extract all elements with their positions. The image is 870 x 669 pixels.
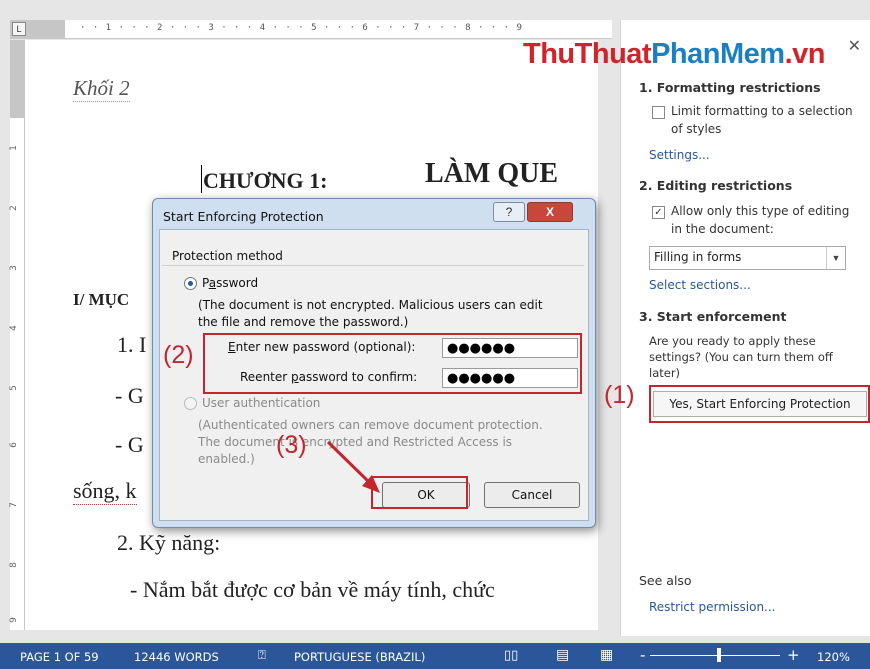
zoom-in-button[interactable]: + bbox=[787, 646, 800, 664]
doc-heading-khoi: Khối 2 bbox=[73, 76, 130, 102]
ruler-margin bbox=[10, 40, 24, 118]
doc-line: sống, k bbox=[73, 478, 137, 505]
password-note: (The document is not encrypted. Maliciou… bbox=[198, 298, 543, 312]
enforcement-heading: 3. Start enforcement bbox=[639, 309, 787, 324]
editing-checkbox[interactable]: ✓ bbox=[652, 206, 665, 219]
ruler-number: 2 bbox=[8, 205, 19, 211]
restrict-editing-pane: ✕ 1. Formatting restrictions Limit forma… bbox=[620, 20, 870, 636]
ruler-number: 8 bbox=[8, 562, 19, 568]
vertical-ruler[interactable]: 1 2 3 4 5 6 7 8 9 bbox=[8, 40, 25, 630]
user-auth-radio[interactable] bbox=[184, 397, 197, 410]
formatting-check-label: Limit formatting to a selection bbox=[671, 104, 853, 118]
ruler-number: 5 bbox=[8, 385, 19, 391]
doc-line: - G bbox=[115, 432, 144, 457]
watermark-part: .vn bbox=[784, 38, 826, 70]
annotation-box-password-fields bbox=[203, 333, 582, 394]
see-also-heading: See also bbox=[639, 573, 692, 588]
ruler-number: 9 bbox=[8, 617, 19, 623]
user-auth-label: User authentication bbox=[202, 396, 321, 410]
user-auth-note-3: enabled.) bbox=[198, 452, 255, 466]
text-cursor bbox=[201, 165, 202, 193]
doc-section-heading: I/ MỤC bbox=[73, 290, 130, 309]
watermark-part: PhanMem bbox=[651, 38, 785, 70]
doc-chapter-title: LÀM QUE bbox=[425, 158, 558, 189]
close-icon[interactable]: X bbox=[527, 202, 573, 222]
page-count[interactable]: PAGE 1 OF 59 bbox=[20, 650, 99, 664]
password-option-label: Password bbox=[202, 276, 259, 290]
watermark-logo: ThuThuatPhanMem.vn bbox=[523, 38, 825, 71]
annotation-arrow bbox=[326, 440, 380, 493]
tab-selector-icon[interactable]: L bbox=[12, 22, 26, 36]
pane-close-icon[interactable]: ✕ bbox=[848, 36, 861, 56]
doc-chapter-label: CHƯƠNG 1: bbox=[203, 168, 328, 193]
editing-type-dropdown[interactable]: Filling in forms ▼ bbox=[649, 246, 846, 270]
password-note-2: the file and remove the password.) bbox=[198, 315, 409, 329]
formatting-check-label-2: of styles bbox=[671, 122, 722, 136]
annotation-step-1: (1) bbox=[604, 381, 635, 409]
password-radio[interactable] bbox=[184, 277, 197, 290]
editing-type-value: Filling in forms bbox=[654, 250, 742, 264]
watermark-part: ThuThuat bbox=[523, 38, 652, 70]
chevron-down-icon[interactable]: ▼ bbox=[826, 247, 845, 269]
ruler-number: 3 bbox=[8, 265, 19, 271]
print-layout-icon[interactable]: ▤ bbox=[556, 647, 569, 663]
enforcement-text: Are you ready to apply these bbox=[649, 334, 816, 348]
doc-line: - Nắm bắt được cơ bản về máy tính, chức bbox=[130, 577, 495, 602]
doc-line: - G bbox=[115, 383, 144, 408]
annotation-step-2: (2) bbox=[163, 341, 194, 369]
zoom-slider[interactable] bbox=[650, 655, 780, 656]
proofing-icon[interactable]: ⍰ bbox=[258, 648, 266, 663]
settings-link[interactable]: Settings... bbox=[649, 148, 710, 162]
formatting-heading: 1. Formatting restrictions bbox=[639, 80, 821, 95]
doc-line: 2. Kỹ năng: bbox=[117, 530, 221, 555]
ruler-number: 6 bbox=[8, 442, 19, 448]
select-sections-link[interactable]: Select sections... bbox=[649, 278, 751, 292]
ruler-number: 4 bbox=[8, 325, 19, 331]
annotation-box-start-button bbox=[649, 385, 870, 423]
editing-heading: 2. Editing restrictions bbox=[639, 178, 793, 193]
editing-check-label-2: in the document: bbox=[671, 222, 774, 236]
enforcement-text-3: later) bbox=[649, 366, 681, 380]
help-icon[interactable]: ? bbox=[493, 202, 525, 222]
enforcement-text-2: settings? (You can turn them off bbox=[649, 350, 833, 364]
read-mode-icon[interactable]: ▯▯ bbox=[504, 648, 518, 663]
divider bbox=[162, 265, 584, 266]
web-layout-icon[interactable]: ▦ bbox=[600, 647, 613, 663]
language-indicator[interactable]: PORTUGUESE (BRAZIL) bbox=[294, 650, 425, 664]
word-count[interactable]: 12446 WORDS bbox=[134, 650, 219, 664]
doc-line: 1. I bbox=[117, 332, 147, 357]
zoom-out-button[interactable]: - bbox=[640, 646, 645, 664]
ruler-numbers: · · 1 · · · 2 · · · 3 · · · 4 · · · 5 · … bbox=[80, 23, 523, 33]
ruler-number: 1 bbox=[8, 145, 19, 151]
ruler-number: 7 bbox=[8, 502, 19, 508]
zoom-level[interactable]: 120% bbox=[817, 650, 850, 664]
status-bar: PAGE 1 OF 59 12446 WORDS ⍰ PORTUGUESE (B… bbox=[0, 643, 870, 669]
formatting-checkbox[interactable] bbox=[652, 106, 665, 119]
zoom-slider-thumb[interactable] bbox=[717, 648, 721, 662]
editing-check-label: Allow only this type of editing bbox=[671, 204, 850, 218]
restrict-permission-link[interactable]: Restrict permission... bbox=[649, 600, 776, 614]
cancel-button[interactable]: Cancel bbox=[484, 482, 580, 508]
protection-method-label: Protection method bbox=[172, 249, 283, 263]
horizontal-ruler[interactable]: L · · 1 · · · 2 · · · 3 · · · 4 · · · 5 … bbox=[10, 20, 612, 39]
dialog-title: Start Enforcing Protection bbox=[163, 209, 324, 224]
